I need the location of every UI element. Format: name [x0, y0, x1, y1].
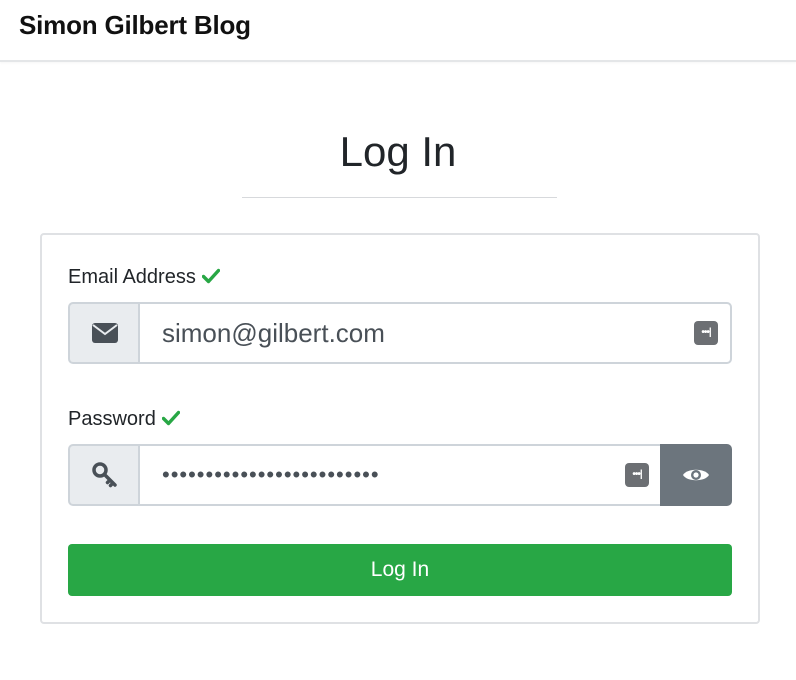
password-input-group: ••••••••••••••••••••••••• •••|	[68, 444, 732, 506]
eye-icon	[683, 469, 709, 481]
envelope-icon	[92, 323, 118, 343]
email-input-group: •••|	[68, 302, 732, 364]
page-title: Log In	[339, 128, 457, 175]
navbar: Simon Gilbert Blog	[0, 0, 796, 62]
password-manager-icon[interactable]: •••|	[694, 321, 718, 345]
title-divider	[242, 197, 557, 198]
login-button[interactable]: Log In	[68, 544, 732, 596]
check-icon	[161, 410, 180, 426]
password-label-row: Password	[68, 407, 180, 431]
password-label: Password	[68, 408, 156, 430]
email-label: Email Address	[68, 266, 196, 288]
check-icon	[201, 268, 220, 284]
brand-link[interactable]: Simon Gilbert Blog	[19, 10, 251, 41]
password-field[interactable]: •••••••••••••••••••••••••	[138, 444, 660, 506]
email-addon	[68, 302, 140, 364]
password-manager-icon[interactable]: •••|	[625, 463, 649, 487]
email-label-row: Email Address	[68, 265, 220, 289]
password-addon	[68, 444, 140, 506]
show-password-button[interactable]	[660, 444, 732, 506]
key-icon	[92, 462, 117, 488]
email-field[interactable]	[138, 302, 732, 364]
